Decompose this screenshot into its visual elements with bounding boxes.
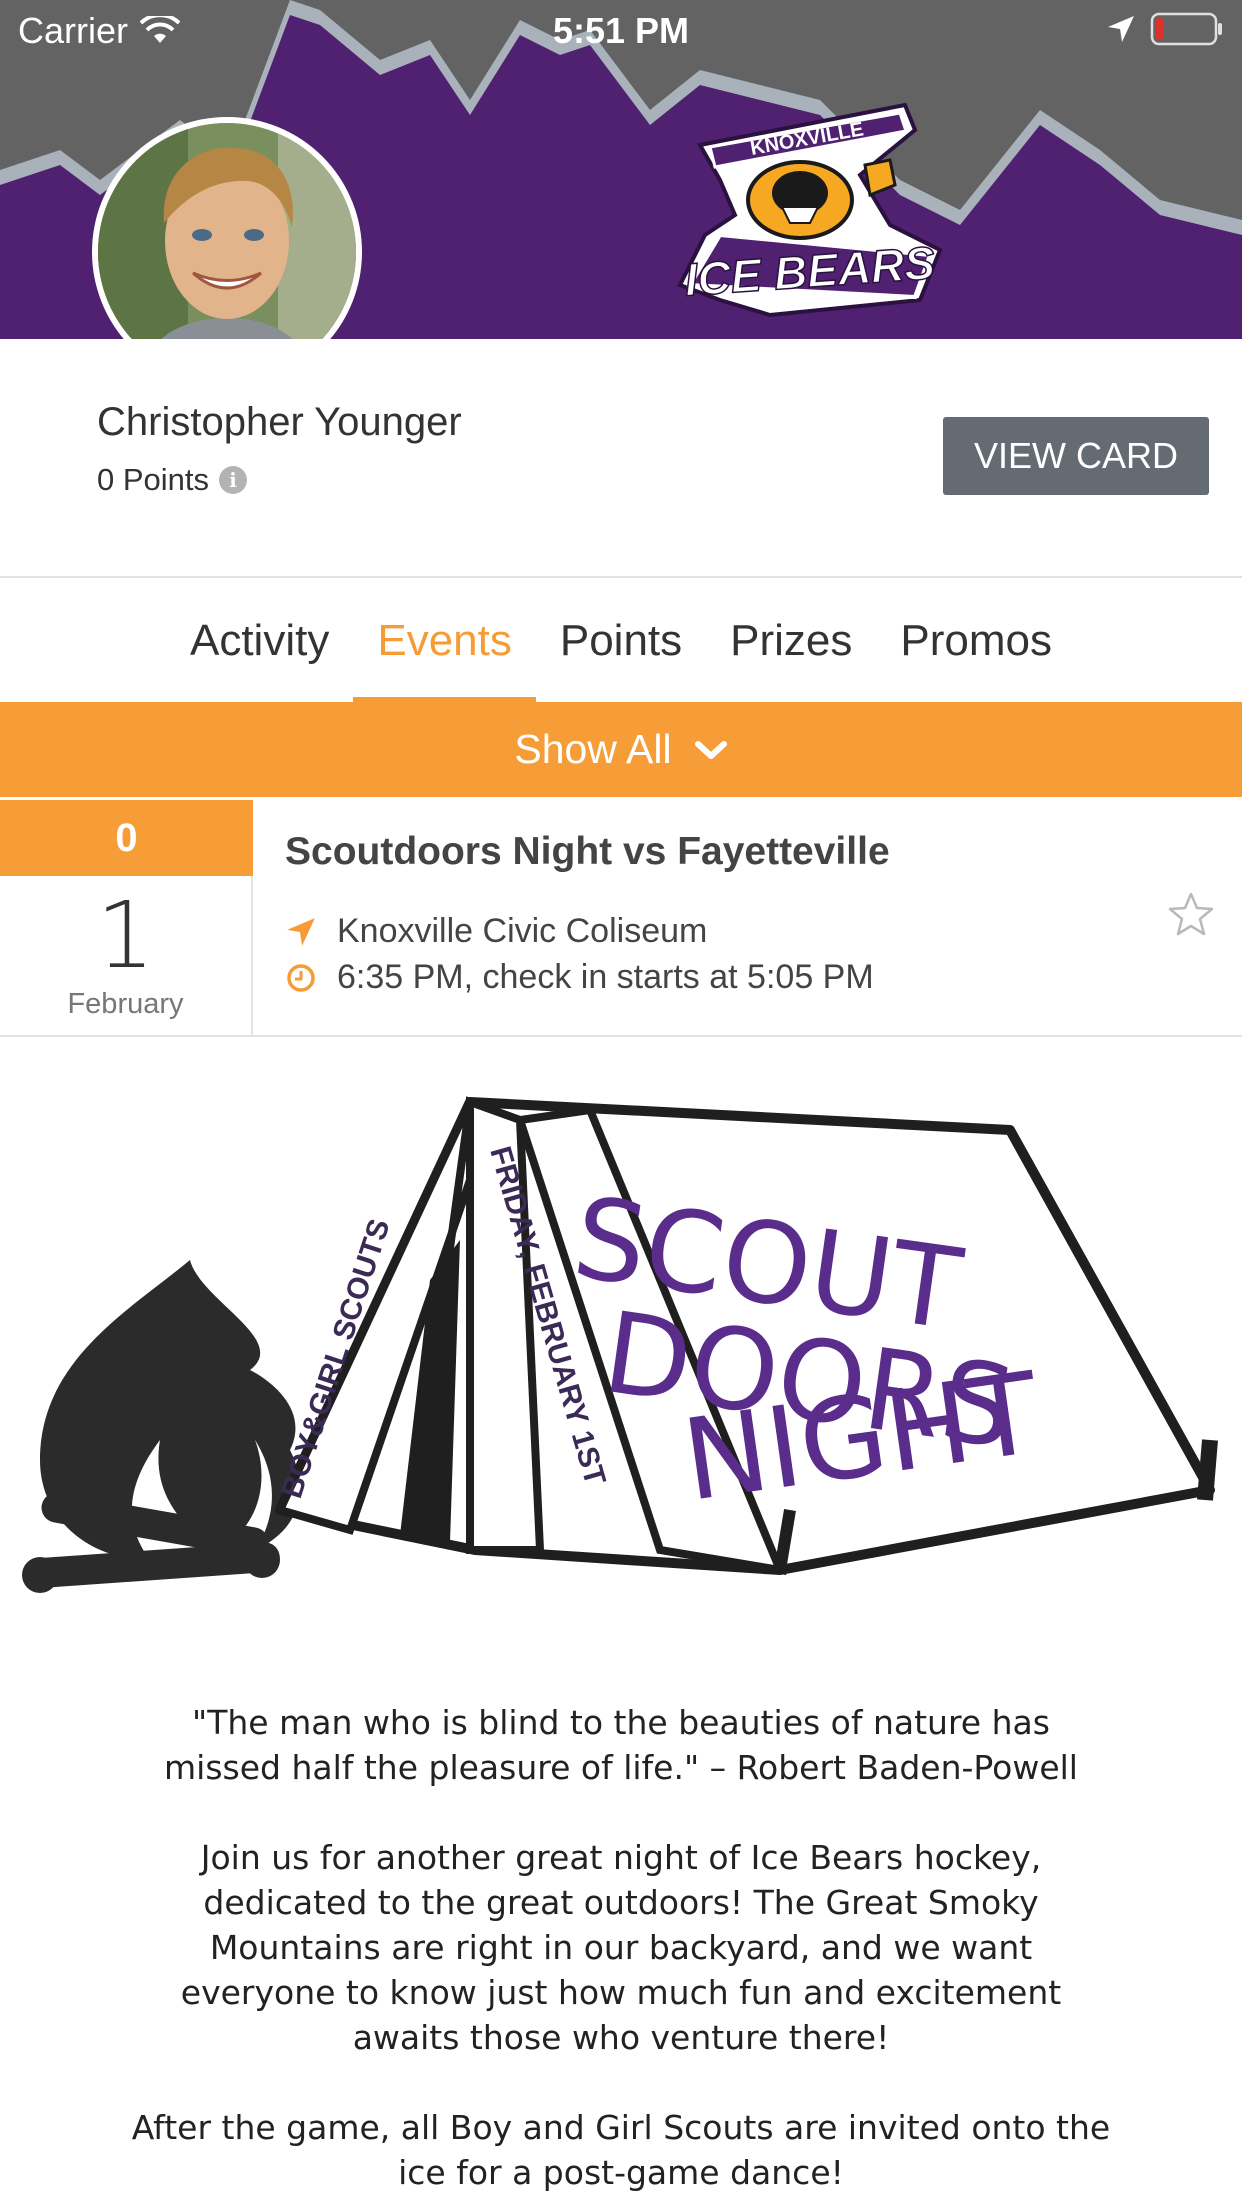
divider bbox=[0, 1035, 1242, 1037]
tab-promos[interactable]: Promos bbox=[876, 580, 1076, 702]
location-arrow-icon bbox=[1108, 16, 1134, 42]
event-points-badge: 0 bbox=[0, 800, 253, 876]
paragraph-line: everyone to know just how much fun and e… bbox=[180, 1973, 1062, 2012]
tab-activity[interactable]: Activity bbox=[166, 580, 353, 702]
event-date-column: 0 1 February bbox=[0, 800, 253, 1036]
profile-header: Carrier 5:51 PM KNOXVILLE ICE BEARS bbox=[0, 0, 1242, 339]
event-time-text: 6:35 PM, check in starts at 5:05 PM bbox=[337, 958, 874, 996]
scoutdoors-night-banner: BOY&GIRL SCOUTS FRIDAY, FEBRUARY 1ST SCO… bbox=[22, 1096, 1218, 1593]
paragraph-line: awaits those who venture there! bbox=[352, 2018, 890, 2057]
paragraph-line: dedicated to the great outdoors! The Gre… bbox=[203, 1883, 1039, 1922]
quote-line: missed half the pleasure of life." – Rob… bbox=[164, 1748, 1078, 1787]
user-name: Christopher Younger bbox=[97, 400, 462, 444]
clock-icon bbox=[287, 963, 315, 992]
status-time: 5:51 PM bbox=[552, 10, 690, 51]
tab-bar: Activity Events Points Prizes Promos bbox=[0, 580, 1242, 702]
paragraph-line: Mountains are right in our backyard, and… bbox=[209, 1928, 1033, 1967]
event-month: February bbox=[67, 988, 184, 1020]
tab-events[interactable]: Events bbox=[353, 580, 536, 702]
tab-prizes[interactable]: Prizes bbox=[706, 580, 876, 702]
event-title: Scoutdoors Night vs Fayetteville bbox=[285, 830, 890, 873]
event-time: 6:35 PM, check in starts at 5:05 PM bbox=[285, 958, 874, 997]
status-icons bbox=[1106, 12, 1224, 46]
event-list-item[interactable]: 0 1 February Scoutdoors Night vs Fayette… bbox=[0, 800, 1242, 1036]
paragraph-line: ice for a post-game dance! bbox=[398, 2153, 844, 2192]
event-location: Knoxville Civic Coliseum bbox=[285, 912, 707, 951]
event-day: 1 bbox=[96, 882, 155, 989]
description-paragraph: Join us for another great night of Ice B… bbox=[60, 1835, 1182, 2060]
view-card-button[interactable]: VIEW CARD bbox=[943, 417, 1209, 495]
battery-icon bbox=[1150, 12, 1222, 46]
avatar-photo bbox=[98, 123, 356, 339]
quote-line: "The man who is blind to the beauties of… bbox=[192, 1703, 1050, 1742]
description-quote: "The man who is blind to the beauties of… bbox=[60, 1700, 1182, 1790]
event-location-text: Knoxville Civic Coliseum bbox=[337, 912, 708, 950]
show-all-label: Show All bbox=[514, 726, 672, 772]
user-points: 0 Points i bbox=[97, 462, 248, 498]
description-paragraph: After the game, all Boy and Girl Scouts … bbox=[60, 2105, 1182, 2195]
points-label: 0 Points bbox=[97, 462, 210, 497]
divider bbox=[0, 576, 1242, 578]
info-icon[interactable]: i bbox=[219, 466, 248, 494]
paragraph-line: After the game, all Boy and Girl Scouts … bbox=[131, 2108, 1111, 2147]
ice-bears-logo: KNOXVILLE ICE BEARS bbox=[677, 102, 943, 318]
tab-points[interactable]: Points bbox=[536, 580, 706, 702]
paragraph-line: Join us for another great night of Ice B… bbox=[200, 1838, 1042, 1877]
show-all-filter[interactable]: Show All bbox=[0, 702, 1242, 797]
event-description: "The man who is blind to the beauties of… bbox=[60, 1700, 1182, 2208]
campfire-icon bbox=[22, 1260, 300, 1593]
status-bar: Carrier 5:51 PM bbox=[0, 0, 1242, 60]
chevron-down-icon bbox=[694, 740, 727, 759]
favorite-star-icon[interactable] bbox=[1168, 892, 1214, 936]
location-arrow-icon bbox=[287, 917, 315, 946]
